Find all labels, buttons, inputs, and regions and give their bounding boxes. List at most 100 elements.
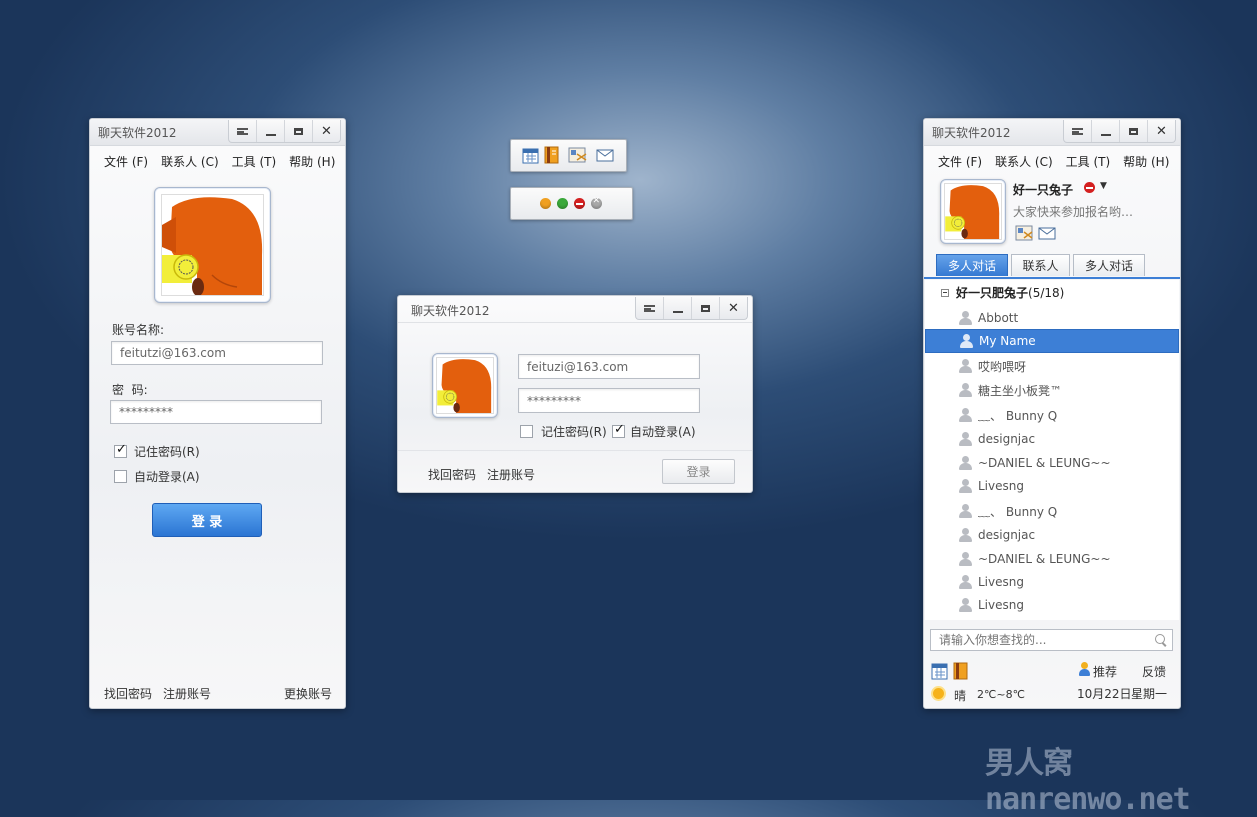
menu-contacts[interactable]: 联系人 (C) (161, 153, 219, 170)
menu-file[interactable]: 文件 (F) (104, 153, 148, 170)
window-controls: ✕ (228, 120, 341, 143)
maximize-button[interactable] (1119, 120, 1147, 142)
contact-list: 好一只肥兔子(5/18) Abbott My Name 哎哟喂呀 糖主坐小板凳™… (925, 280, 1179, 620)
auto-login-row[interactable]: 自动登录(A) (114, 468, 200, 485)
contact-item[interactable]: Abbott (925, 306, 1179, 330)
busy-status-icon[interactable] (1084, 182, 1095, 193)
person-icon (959, 311, 972, 325)
remember-password-row[interactable]: 记住密码(R) (520, 423, 607, 440)
login-button[interactable]: 登录 (662, 459, 735, 484)
avatar[interactable] (432, 353, 498, 418)
person-icon (959, 359, 972, 373)
menu-button[interactable] (636, 297, 663, 319)
contact-item-selected[interactable]: My Name (925, 329, 1179, 353)
tab-group-chat-2[interactable]: 多人对话 (1073, 254, 1145, 276)
menu-icon (237, 127, 248, 135)
away-status-icon[interactable] (540, 198, 551, 209)
contact-item[interactable]: Livesng (925, 570, 1179, 594)
register-link[interactable]: 注册账号 (487, 466, 535, 483)
title-bar[interactable]: 聊天软件2012 ✕ (398, 296, 752, 323)
maximize-icon (701, 304, 710, 312)
profile-quick-icons (1015, 225, 1056, 241)
tab-group-chat-2-label: 多人对话 (1084, 259, 1133, 273)
person-icon (959, 408, 972, 422)
contact-item[interactable]: ﹏、 Bunny Q (925, 403, 1179, 427)
title-bar[interactable]: 聊天软件2012 ✕ (924, 119, 1180, 146)
menu-help[interactable]: 帮助 (H) (1123, 153, 1169, 170)
remember-password-label: 记住密码(R) (134, 445, 200, 459)
register-link[interactable]: 注册账号 (163, 685, 211, 702)
close-button[interactable]: ✕ (1147, 120, 1175, 142)
close-button[interactable]: ✕ (312, 120, 340, 142)
remember-password-row[interactable]: 记住密码(R) (114, 442, 200, 460)
weather-text: 晴 (954, 689, 967, 703)
switch-account-link[interactable]: 更换账号 (284, 685, 332, 702)
contact-item[interactable]: designjac (925, 427, 1179, 451)
signature[interactable]: 大家快来参加报名哟… (1013, 203, 1133, 220)
contact-item[interactable]: 糖主坐小板凳™ (925, 378, 1179, 402)
search-box[interactable] (930, 629, 1173, 651)
password-input[interactable] (518, 388, 700, 413)
forgot-password-link[interactable]: 找回密码 (104, 685, 152, 702)
hairdryer-avatar-icon (162, 195, 263, 295)
menu-help[interactable]: 帮助 (H) (289, 153, 335, 170)
contact-item[interactable]: Livesng (925, 474, 1179, 498)
online-status-icon[interactable] (557, 198, 568, 209)
group-header[interactable]: 好一只肥兔子(5/18) (941, 284, 1064, 301)
auto-login-checkbox[interactable] (612, 422, 625, 438)
recommend-icon[interactable] (1079, 662, 1090, 676)
password-input[interactable] (110, 400, 322, 424)
search-icon[interactable] (1155, 634, 1167, 647)
envelope-icon (596, 149, 614, 162)
menu-file[interactable]: 文件 (F) (938, 153, 982, 170)
account-input[interactable] (518, 354, 700, 379)
window-title: 聊天软件2012 (411, 304, 490, 318)
minimize-icon (1100, 134, 1111, 136)
close-icon: ✕ (321, 123, 332, 139)
avatar[interactable] (940, 179, 1006, 244)
status-dropdown-icon[interactable]: ▼ (1100, 181, 1107, 191)
search-input[interactable] (931, 630, 1157, 650)
menu-tools[interactable]: 工具 (T) (232, 153, 277, 170)
auto-login-checkbox[interactable] (114, 470, 127, 483)
menu-tools[interactable]: 工具 (T) (1066, 153, 1111, 170)
menu-button[interactable] (229, 120, 256, 142)
remember-password-checkbox[interactable] (114, 442, 127, 458)
auto-login-row[interactable]: 自动登录(A) (612, 422, 696, 440)
contact-item[interactable]: 哎哟喂呀 (925, 354, 1179, 378)
contact-item[interactable]: ~DANIEL & LEUNG~~ (925, 547, 1179, 571)
menu-contacts[interactable]: 联系人 (C) (995, 153, 1053, 170)
busy-status-icon[interactable] (574, 198, 585, 209)
contact-item[interactable]: designjac (925, 523, 1179, 547)
minimize-button[interactable] (663, 297, 691, 319)
offline-status-icon[interactable]: ✕ (591, 196, 602, 209)
account-input[interactable] (111, 341, 323, 365)
avatar[interactable] (154, 187, 271, 303)
menu-button[interactable] (1064, 120, 1091, 142)
contact-item[interactable]: ~DANIEL & LEUNG~~ (925, 451, 1179, 475)
close-button[interactable]: ✕ (719, 297, 747, 319)
minimize-button[interactable] (256, 120, 284, 142)
login-button[interactable]: 登 录 (152, 503, 262, 537)
minimize-icon (672, 311, 683, 313)
remember-password-checkbox[interactable] (520, 425, 533, 438)
remember-password-label: 记住密码(R) (541, 425, 607, 439)
maximize-button[interactable] (691, 297, 719, 319)
title-bar[interactable]: 聊天软件2012 ✕ (90, 119, 345, 146)
maximize-button[interactable] (284, 120, 312, 142)
window-controls: ✕ (635, 297, 748, 320)
minimize-button[interactable] (1091, 120, 1119, 142)
tab-group-chat[interactable]: 多人对话 (936, 254, 1008, 276)
avatar-image (436, 357, 494, 414)
date-text: 10月22日 (1077, 687, 1132, 701)
nickname: 好一只兔子 (1013, 183, 1074, 197)
feedback-link[interactable]: 反馈 (1142, 663, 1166, 680)
collapse-icon[interactable] (941, 288, 949, 297)
tab-contacts[interactable]: 联系人 (1011, 254, 1070, 276)
recommend-link[interactable]: 推荐 (1093, 663, 1117, 680)
footer-divider (398, 450, 752, 451)
contact-item[interactable]: ﹏、 Bunny Q (925, 499, 1179, 523)
menu-icon (1072, 127, 1083, 135)
forgot-password-link[interactable]: 找回密码 (428, 466, 476, 483)
contact-item[interactable]: Livesng (925, 593, 1179, 617)
